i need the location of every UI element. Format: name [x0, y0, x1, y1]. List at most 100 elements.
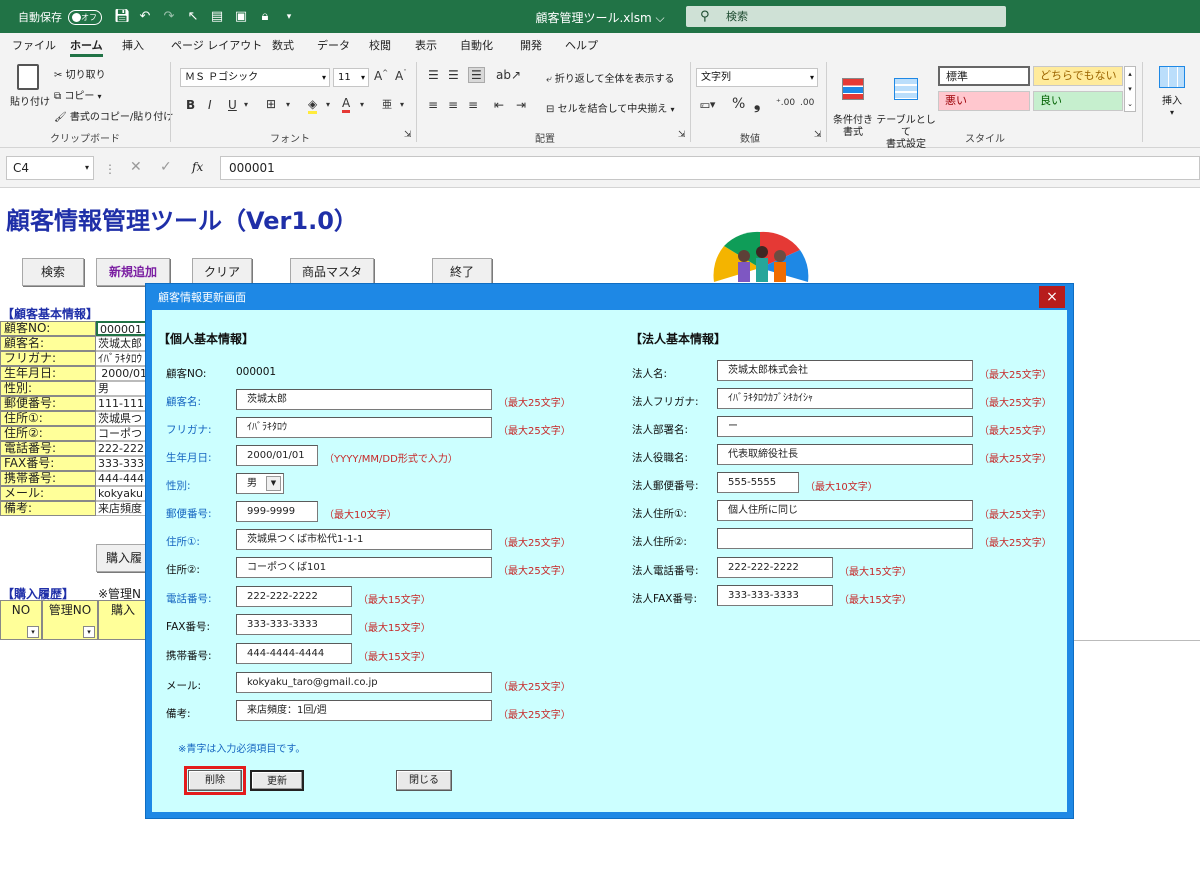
new-add-button[interactable]: 新規追加	[96, 258, 170, 286]
chevron-down-icon[interactable]: ▾	[326, 100, 330, 109]
chevron-down-icon[interactable]: ▼	[266, 476, 281, 491]
cell-value[interactable]: ｲﾊﾞﾗｷﾀﾛｳ	[96, 351, 148, 366]
address2-field[interactable]: コーポつくば101	[236, 557, 492, 578]
chevron-down-icon[interactable]: ▾	[360, 100, 364, 109]
name-box[interactable]: C4 ▾	[6, 156, 94, 180]
fax-field[interactable]: 333-333-3333	[236, 614, 352, 635]
more-options-icon[interactable]: ⋮	[104, 162, 116, 176]
redo-icon[interactable]: ↷	[162, 10, 176, 24]
print-preview-icon[interactable]: ▤	[210, 10, 224, 24]
cell-label[interactable]: フリガナ:	[0, 351, 96, 366]
wrap-text-button[interactable]: ⤶ 折り返して全体を表示する	[546, 70, 675, 85]
history-header-no[interactable]: NO ▾	[0, 600, 42, 640]
style-standard[interactable]: 標準	[938, 66, 1030, 86]
corp-address1-field[interactable]: 個人住所に同じ	[717, 500, 973, 521]
increase-decimal-icon[interactable]: ⁺.00	[776, 98, 795, 108]
customize-qat-icon[interactable]: ▾	[282, 10, 296, 24]
dialog-launcher-icon[interactable]: ⇲	[678, 130, 686, 140]
chevron-down-icon[interactable]: ▾	[400, 100, 404, 109]
style-good[interactable]: 良い	[1033, 91, 1123, 111]
cell-label[interactable]: メール:	[0, 486, 96, 501]
history-header-purchase[interactable]: 購入	[98, 600, 148, 640]
format-as-table-button[interactable]: テーブルとして 書式設定	[876, 66, 936, 151]
close-icon[interactable]: ×	[1039, 286, 1065, 308]
cell-label[interactable]: 郵便番号:	[0, 396, 96, 411]
close-button[interactable]: 閉じる	[396, 770, 452, 791]
font-color-icon[interactable]: A	[342, 96, 351, 113]
tab-data[interactable]: データ	[317, 33, 350, 58]
dialog-launcher-icon[interactable]: ⇲	[814, 130, 822, 140]
italic-icon[interactable]: I	[208, 98, 212, 112]
font-size-select[interactable]: 11 ▾	[333, 68, 369, 87]
align-bottom-icon[interactable]: ☰	[468, 67, 485, 83]
align-right-icon[interactable]: ≡	[468, 98, 478, 112]
email-field[interactable]: kokyaku_taro@gmail.co.jp	[236, 672, 492, 693]
cell-value[interactable]: 444-444	[96, 471, 148, 486]
autosave-toggle[interactable]: オフ	[68, 9, 102, 25]
cut-button[interactable]: ✂ 切り取り	[54, 66, 106, 81]
increase-indent-icon[interactable]: ⇥	[516, 98, 526, 112]
cancel-icon[interactable]: ✕	[130, 159, 142, 175]
style-gallery-scroll[interactable]: ▴ ▾ ⌄	[1124, 66, 1136, 112]
clear-button[interactable]: クリア	[192, 258, 252, 286]
lock-icon[interactable]: 🔒︎	[258, 10, 272, 24]
corp-name-field[interactable]: 茨城太郎株式会社	[717, 360, 973, 381]
tab-file[interactable]: ファイル	[12, 33, 56, 58]
tab-page-layout[interactable]: ページ レイアウト	[171, 33, 262, 58]
cell-value[interactable]: kokyaku	[96, 486, 148, 501]
tab-home[interactable]: ホーム	[70, 33, 103, 58]
align-left-icon[interactable]: ≡	[428, 98, 438, 112]
corp-kana-field[interactable]: ｲﾊﾞﾗｷﾀﾛｳｶﾌﾞｼｷｶｲｼｬ	[717, 388, 973, 409]
zip-field[interactable]: 999-9999	[236, 501, 318, 522]
document-title[interactable]: 顧客管理ツール.xlsm ⌵	[535, 11, 664, 25]
corp-zip-field[interactable]: 555-5555	[717, 472, 799, 493]
borders-icon[interactable]: ⊞	[266, 97, 276, 111]
gender-select[interactable]: 男 ▼	[236, 473, 284, 494]
chevron-down-icon[interactable]: ▾	[286, 100, 290, 109]
dialog-launcher-icon[interactable]: ⇲	[404, 130, 412, 140]
decrease-indent-icon[interactable]: ⇤	[494, 98, 504, 112]
cell-label[interactable]: 住所①:	[0, 411, 96, 426]
cell-value[interactable]: 111-111	[96, 396, 148, 411]
font-name-select[interactable]: ＭＳ Ｐゴシック ▾	[180, 68, 330, 87]
corp-dept-field[interactable]: ー	[717, 416, 973, 437]
birthdate-field[interactable]: 2000/01/01	[236, 445, 318, 466]
cell-label[interactable]: 備考:	[0, 501, 96, 516]
decrease-font-icon[interactable]: Aˇ	[395, 69, 407, 83]
textbox-icon[interactable]: ▣	[234, 10, 248, 24]
bold-icon[interactable]: B	[186, 98, 195, 112]
tab-review[interactable]: 校閲	[369, 33, 391, 58]
fill-color-icon[interactable]: ◈	[308, 97, 318, 114]
cell-value[interactable]: 男	[96, 381, 148, 396]
chevron-down-icon[interactable]: ▾	[244, 100, 248, 109]
style-neutral[interactable]: どちらでもない	[1033, 66, 1123, 86]
paste-button[interactable]: 貼り付け	[10, 64, 50, 108]
search-box[interactable]: ⚲ 検索	[686, 6, 1006, 27]
comma-icon[interactable]: ❟	[754, 94, 760, 114]
format-painter-button[interactable]: 🖌︎ 書式のコピー/貼り付け	[54, 108, 173, 123]
phonetic-icon[interactable]: 亜	[382, 96, 392, 111]
purchase-history-button[interactable]: 購入履	[96, 544, 152, 572]
tab-view[interactable]: 表示	[415, 33, 437, 58]
cell-label[interactable]: 電話番号:	[0, 441, 96, 456]
cell-label[interactable]: 住所②:	[0, 426, 96, 441]
increase-font-icon[interactable]: A^	[374, 69, 388, 83]
cell-label[interactable]: 顧客NO:	[0, 321, 96, 336]
orientation-icon[interactable]: ab↗	[496, 68, 521, 82]
save-icon[interactable]: 💾︎	[114, 10, 131, 24]
address1-field[interactable]: 茨城県つくば市松代1-1-1	[236, 529, 492, 550]
copy-button[interactable]: ⧉ コピー ▾	[54, 87, 102, 102]
insert-cells-button[interactable]: 挿入 ▾	[1152, 66, 1192, 118]
exit-button[interactable]: 終了	[432, 258, 492, 286]
cell-label[interactable]: FAX番号:	[0, 456, 96, 471]
phone-field[interactable]: 222-222-2222	[236, 586, 352, 607]
select-pointer-icon[interactable]: ↖	[186, 10, 200, 24]
undo-icon[interactable]: ↶	[138, 10, 152, 24]
cell-value[interactable]: 333-333	[96, 456, 148, 471]
check-icon[interactable]: ✓	[160, 159, 172, 175]
align-middle-icon[interactable]: ☰	[448, 68, 459, 82]
tab-help[interactable]: ヘルプ	[565, 33, 598, 58]
corp-fax-field[interactable]: 333-333-3333	[717, 585, 833, 606]
cell-value[interactable]: 来店頻度	[96, 501, 148, 516]
product-master-button[interactable]: 商品マスタ	[290, 258, 374, 286]
